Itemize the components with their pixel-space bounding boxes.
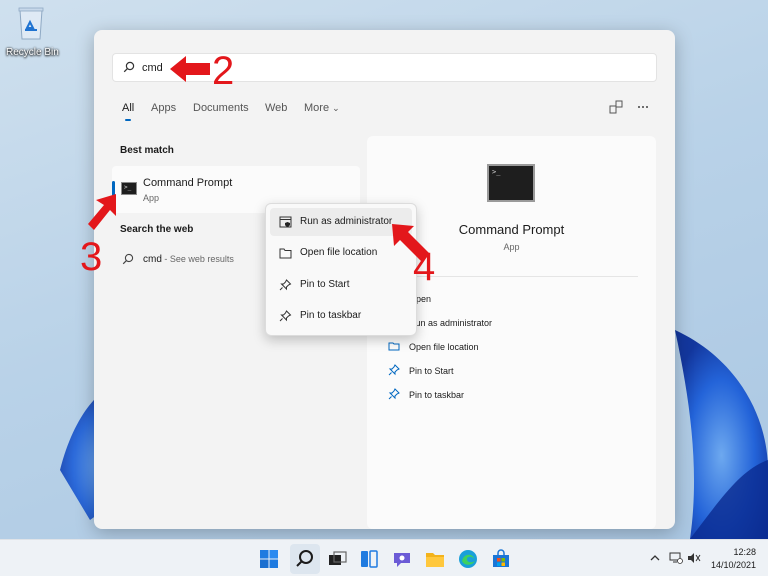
more-options-icon[interactable] — [636, 100, 650, 114]
clock-time: 12:28 — [733, 547, 756, 557]
search-icon[interactable] — [294, 548, 316, 570]
context-pin-to-taskbar-label: Pin to taskbar — [300, 310, 362, 321]
widgets-icon[interactable] — [358, 548, 380, 570]
best-match-subtitle: App — [143, 193, 160, 203]
recycle-bin[interactable]: Recycle Bin — [6, 6, 59, 58]
network-icon[interactable] — [669, 551, 683, 565]
tab-more-label: More — [304, 102, 330, 114]
folder-icon — [279, 248, 292, 259]
pin-icon — [388, 388, 400, 400]
windows-start-icon[interactable] — [258, 548, 280, 570]
context-pin-to-taskbar[interactable]: Pin to taskbar — [270, 302, 412, 330]
account-switch-icon[interactable] — [609, 100, 623, 114]
best-match-heading: Best match — [120, 145, 174, 156]
context-pin-to-start-label: Pin to Start — [300, 279, 350, 290]
annotation-number-3: 3 — [80, 235, 103, 279]
pin-icon — [279, 279, 292, 291]
web-search-query: cmd — [143, 254, 162, 265]
clock[interactable]: 12:28 14/10/2021 — [711, 546, 756, 572]
active-tab-indicator — [125, 119, 131, 121]
context-run-as-admin-label: Run as administrator — [300, 216, 393, 227]
context-open-file-location-label: Open file location — [300, 247, 378, 258]
search-icon — [123, 61, 135, 73]
tab-more[interactable]: More ⌄ — [304, 102, 340, 114]
store-icon[interactable] — [490, 548, 512, 570]
pin-icon — [279, 310, 292, 322]
context-pin-to-start[interactable]: Pin to Start — [270, 271, 412, 299]
action-open-file-location-label: Open file location — [409, 342, 479, 352]
best-match-title: Command Prompt — [143, 177, 233, 189]
annotation-number-2: 2 — [212, 49, 235, 93]
annotation-number-4: 4 — [413, 245, 436, 289]
task-view-icon[interactable] — [326, 548, 348, 570]
taskbar: 12:28 14/10/2021 — [0, 539, 768, 576]
chevron-up-icon[interactable] — [648, 551, 662, 565]
chat-icon[interactable] — [391, 548, 413, 570]
command-prompt-large-icon: >_ — [487, 164, 535, 202]
file-explorer-icon[interactable] — [424, 548, 446, 570]
pin-icon — [388, 364, 400, 376]
clock-date: 14/10/2021 — [710, 560, 756, 570]
recycle-bin-icon — [18, 7, 44, 40]
admin-icon — [279, 216, 292, 228]
chevron-down-icon: ⌄ — [332, 103, 340, 113]
web-search-icon — [122, 253, 134, 265]
search-query: cmd — [142, 62, 163, 74]
edge-icon[interactable] — [457, 548, 479, 570]
action-run-as-admin-label: Run as administrator — [409, 318, 493, 328]
folder-icon — [388, 342, 400, 351]
action-pin-to-start-label: Pin to Start — [409, 366, 454, 376]
web-search-suffix: - See web results — [161, 254, 234, 264]
action-pin-to-taskbar-label: Pin to taskbar — [409, 390, 465, 400]
annotation-arrow-2 — [170, 56, 210, 82]
tab-all[interactable]: All — [122, 102, 134, 114]
volume-icon[interactable] — [687, 551, 701, 565]
tab-documents[interactable]: Documents — [193, 102, 249, 114]
search-web-heading: Search the web — [120, 224, 194, 235]
annotation-arrow-3 — [88, 194, 116, 230]
web-search-text: cmd - See web results — [143, 254, 234, 265]
tab-web[interactable]: Web — [265, 102, 287, 114]
tab-apps[interactable]: Apps — [151, 102, 176, 114]
recycle-bin-label: Recycle Bin — [6, 47, 59, 58]
